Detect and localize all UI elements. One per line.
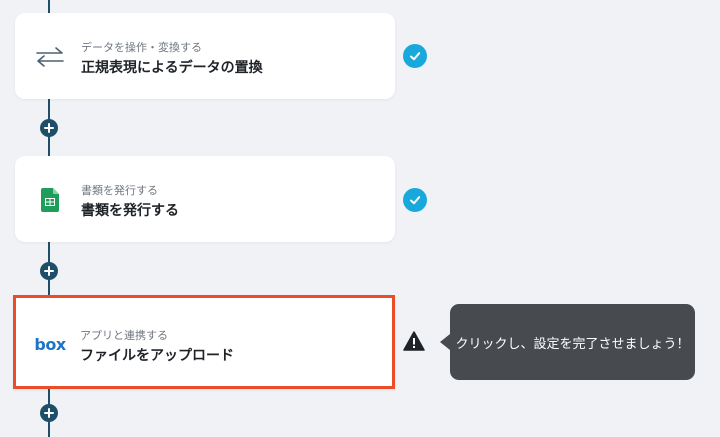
box-logo: box bbox=[34, 329, 66, 359]
step-title: ファイルをアップロード bbox=[80, 348, 234, 364]
step-card-regex-replace[interactable]: データを操作・変換する 正規表現によるデータの置換 bbox=[15, 13, 395, 99]
step-title: 正規表現によるデータの置換 bbox=[81, 60, 263, 76]
step-subtitle: データを操作・変換する bbox=[81, 41, 202, 54]
tooltip-arrow bbox=[440, 334, 450, 350]
step-subtitle: 書類を発行する bbox=[81, 184, 158, 197]
check-icon bbox=[403, 188, 427, 212]
step-subtitle: アプリと連携する bbox=[80, 329, 168, 342]
box-logo-text: box bbox=[34, 334, 66, 354]
step-title: 書類を発行する bbox=[81, 203, 179, 219]
google-sheets-icon bbox=[35, 185, 65, 215]
check-icon bbox=[403, 44, 427, 68]
add-step-button[interactable] bbox=[40, 262, 58, 280]
add-step-button[interactable] bbox=[40, 404, 58, 422]
tooltip: クリックし、設定を完了させましょう！ bbox=[450, 304, 695, 380]
step-card-issue-document[interactable]: 書類を発行する 書類を発行する bbox=[15, 156, 395, 242]
tooltip-text: クリックし、設定を完了させましょう！ bbox=[455, 336, 690, 352]
step-card-file-upload[interactable]: box アプリと連携する ファイルをアップロード bbox=[13, 295, 395, 389]
add-step-button[interactable] bbox=[40, 119, 58, 137]
warning-icon bbox=[403, 331, 425, 351]
swap-arrows-icon bbox=[35, 42, 65, 72]
